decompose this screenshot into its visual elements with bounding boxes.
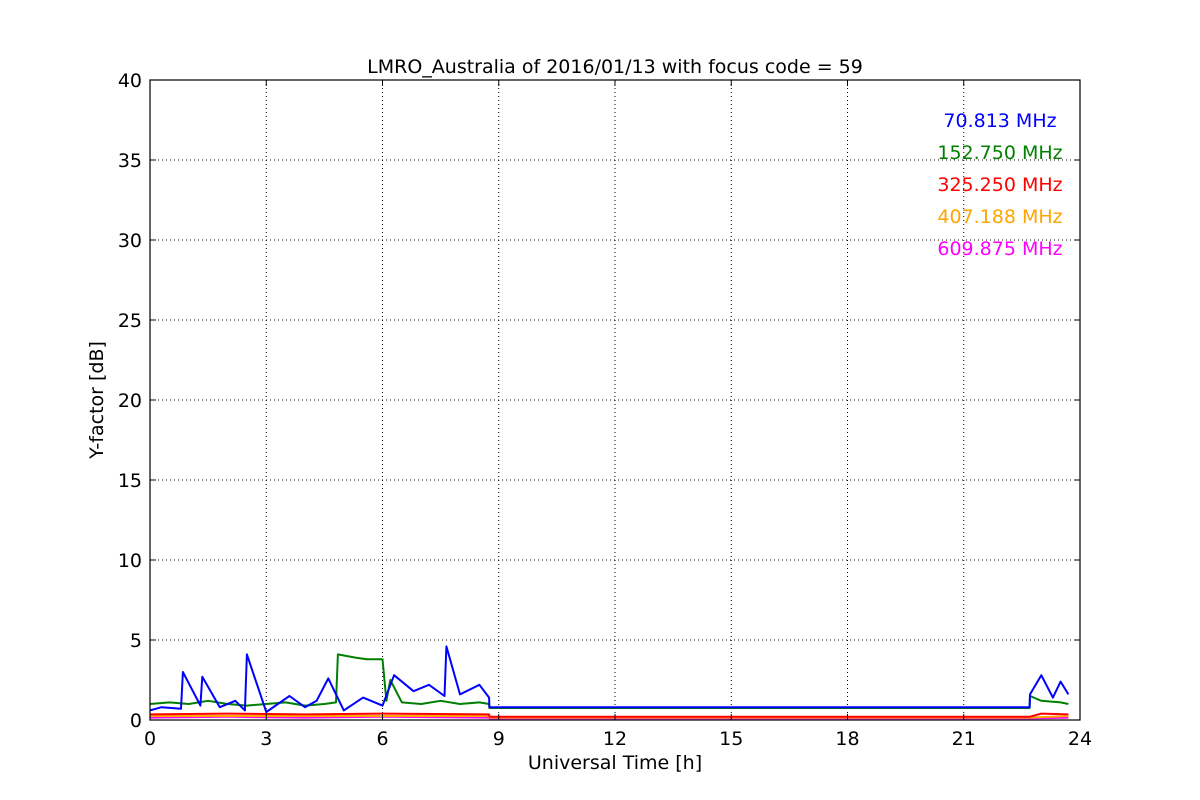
legend-entry: 152.750 MHz (937, 142, 1062, 164)
chart-canvas: 0 3 6 9 12 15 18 21 24 0 5 10 15 20 25 30 35 40 LMRO_Aus… (86, 56, 1092, 774)
y-tick-label: 20 (118, 390, 142, 412)
x-tick-label: 6 (376, 728, 388, 750)
x-tick-label: 15 (719, 728, 743, 750)
x-tick-label: 0 (144, 728, 156, 750)
x-tick-label: 18 (835, 728, 859, 750)
legend-entry: 70.813 MHz (943, 110, 1056, 132)
y-tick-label: 15 (118, 470, 142, 492)
x-tick-label: 24 (1068, 728, 1092, 750)
y-tick-labels: 0 5 10 15 20 25 30 35 40 (118, 70, 142, 732)
legend-entry: 325.250 MHz (937, 174, 1062, 196)
x-tick-label: 12 (603, 728, 627, 750)
y-tick-label: 5 (130, 630, 142, 652)
y-tick-label: 40 (118, 70, 142, 92)
x-tick-label: 3 (260, 728, 272, 750)
x-tick-labels: 0 3 6 9 12 15 18 21 24 (144, 728, 1092, 750)
y-tick-label: 25 (118, 310, 142, 332)
legend-entry: 407.188 MHz (937, 206, 1062, 228)
y-tick-label: 0 (130, 710, 142, 732)
y-tick-label: 10 (118, 550, 142, 572)
chart-title: LMRO_Australia of 2016/01/13 with focus … (367, 56, 863, 78)
x-tick-label: 21 (952, 728, 976, 750)
y-axis-title: Y-factor [dB] (86, 341, 108, 460)
x-axis-title: Universal Time [h] (528, 752, 702, 774)
y-tick-label: 30 (118, 230, 142, 252)
legend-entry: 609.875 MHz (937, 238, 1062, 260)
x-tick-label: 9 (493, 728, 505, 750)
y-tick-label: 35 (118, 150, 142, 172)
